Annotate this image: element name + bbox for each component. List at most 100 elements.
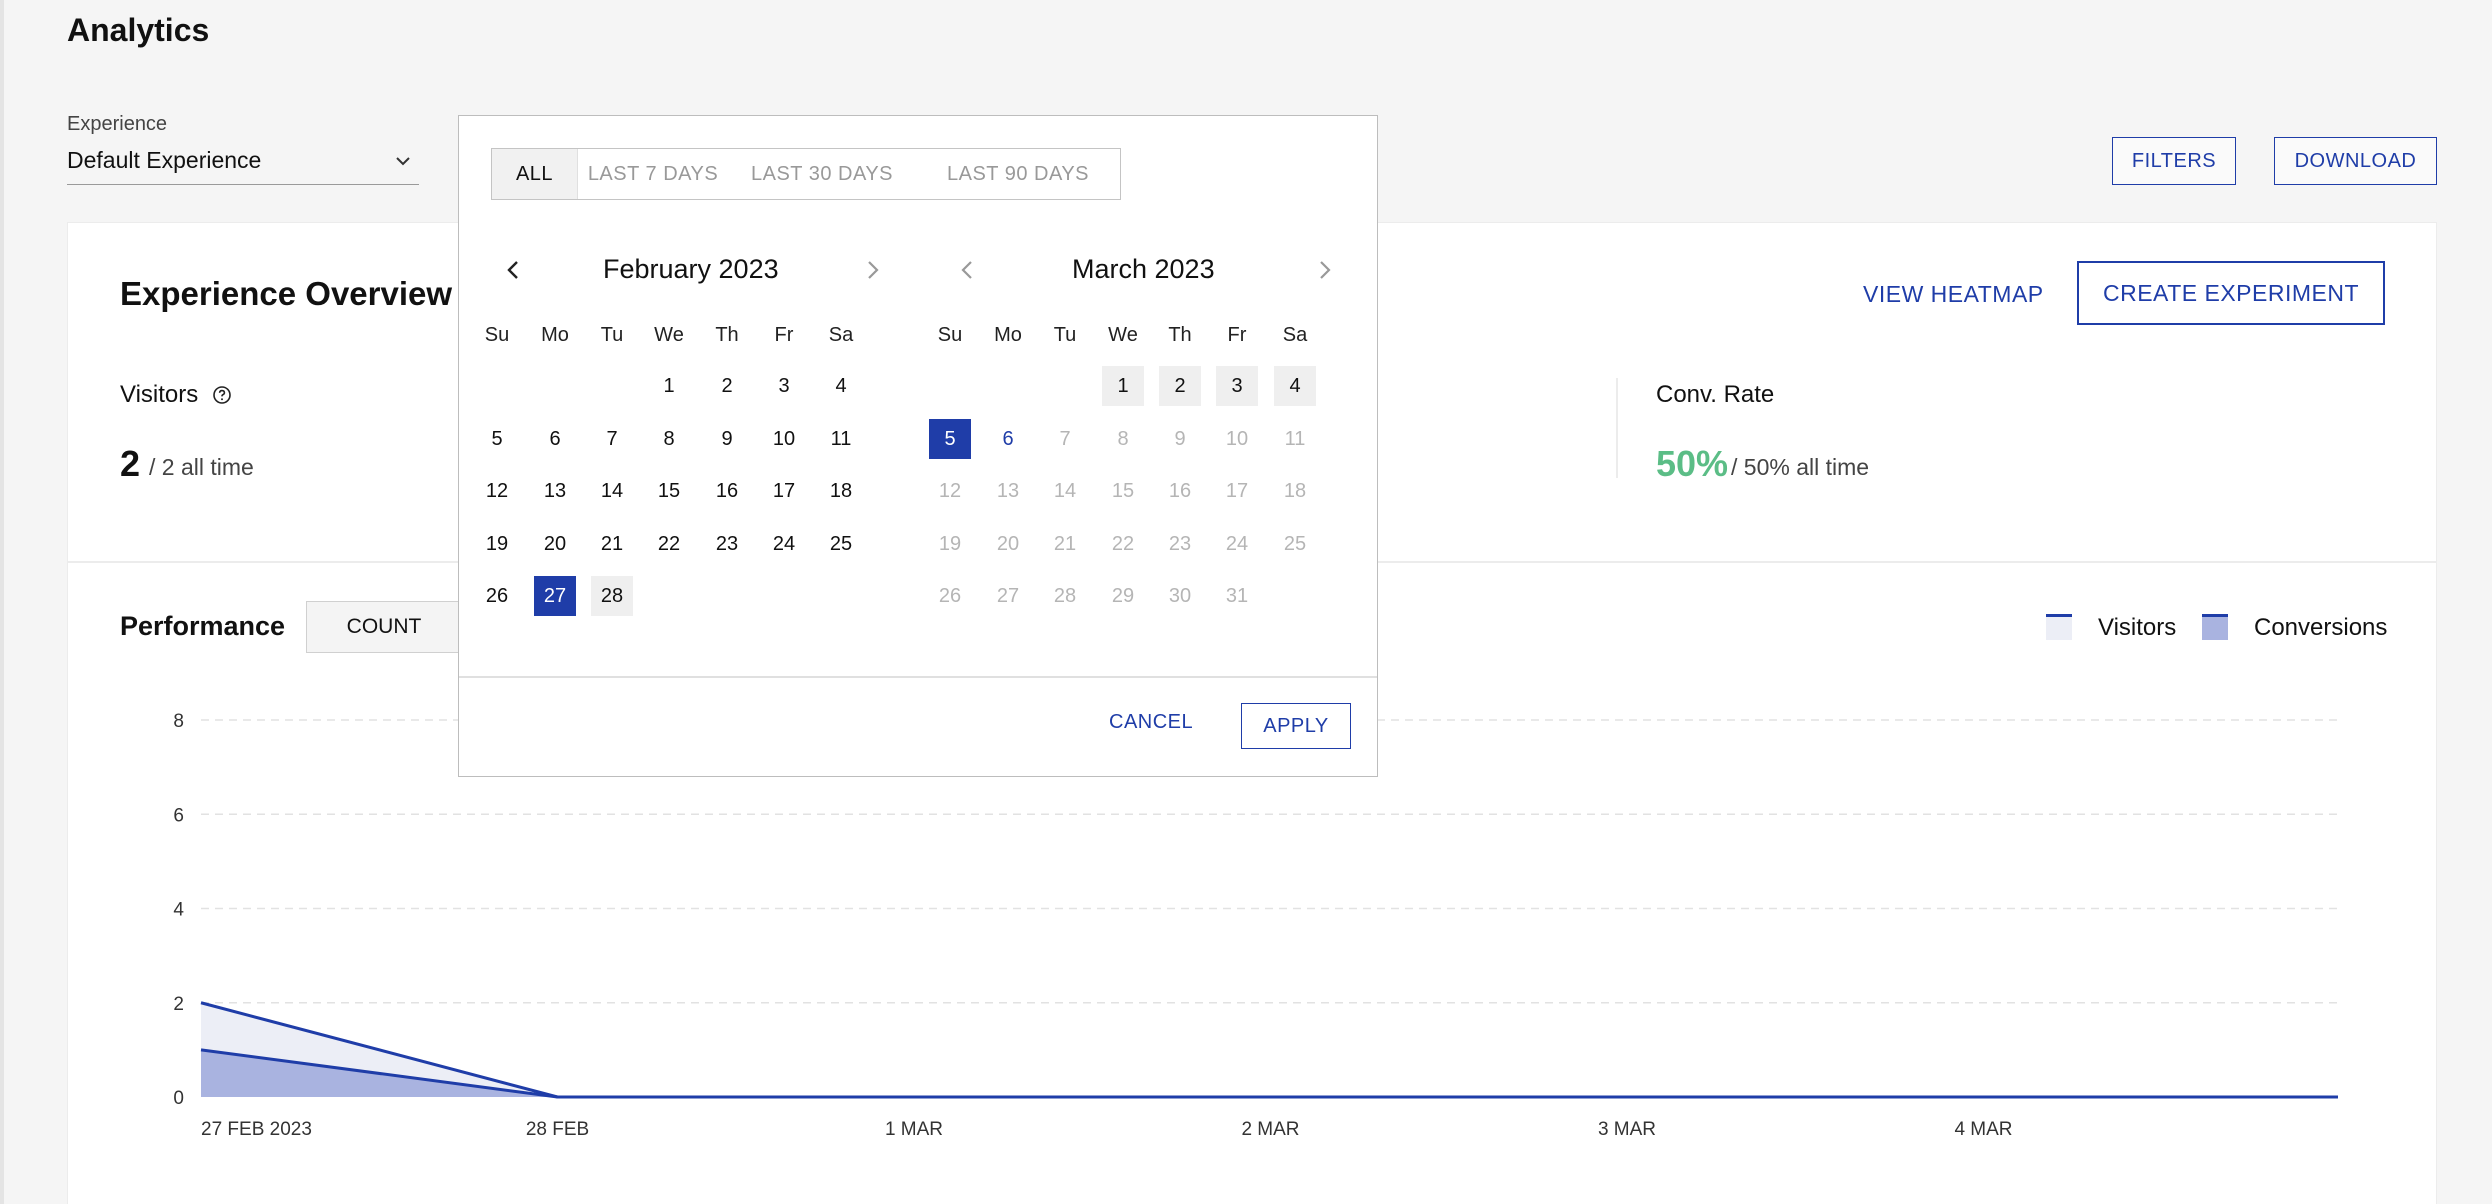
calendar-day[interactable]: 4 (820, 366, 862, 406)
calendar-day[interactable]: 3 (1216, 366, 1258, 406)
weekday-label: Tu (600, 324, 624, 346)
calendar-day[interactable]: 7 (591, 419, 633, 459)
calendar-day[interactable]: 13 (987, 471, 1029, 511)
calendar-day[interactable]: 26 (476, 576, 518, 616)
calendar-day[interactable]: 1 (648, 366, 690, 406)
calendar-day[interactable]: 14 (591, 471, 633, 511)
calendar-day[interactable]: 5 (476, 419, 518, 459)
weekday-label: Mo (994, 324, 1022, 346)
calendar-day[interactable]: 25 (1274, 524, 1316, 564)
calendar-day[interactable]: 23 (706, 524, 748, 564)
download-button[interactable]: DOWNLOAD (2274, 137, 2437, 185)
calendar-day[interactable]: 26 (929, 576, 971, 616)
filters-button[interactable]: FILTERS (2112, 137, 2236, 185)
calendar-day[interactable]: 6 (534, 419, 576, 459)
calendar-day[interactable]: 10 (1216, 419, 1258, 459)
calendar-day[interactable]: 24 (1216, 524, 1258, 564)
y-tick-label: 2 (173, 994, 184, 1015)
calendar-day[interactable]: 9 (1159, 419, 1201, 459)
calendar-day[interactable]: 20 (987, 524, 1029, 564)
calendar-day[interactable]: 8 (1102, 419, 1144, 459)
calendar-day[interactable]: 5 (929, 419, 971, 459)
calendar-day[interactable]: 17 (1216, 471, 1258, 511)
calendar-day[interactable]: 18 (1274, 471, 1316, 511)
picker-footer-divider (459, 676, 1377, 678)
x-tick-label: 3 MAR (1598, 1119, 1656, 1140)
calendar-day[interactable]: 30 (1159, 576, 1201, 616)
calendar-day[interactable]: 15 (1102, 471, 1144, 511)
calendar-day[interactable]: 28 (591, 576, 633, 616)
calendar-day[interactable]: 12 (929, 471, 971, 511)
prev-month-right-icon[interactable] (953, 256, 981, 284)
weekday-label: We (1108, 324, 1138, 346)
calendar-day[interactable]: 21 (591, 524, 633, 564)
calendar-day[interactable]: 19 (929, 524, 971, 564)
calendar-day[interactable]: 29 (1102, 576, 1144, 616)
calendar-day[interactable]: 12 (476, 471, 518, 511)
calendar-day[interactable]: 27 (987, 576, 1029, 616)
calendar-day[interactable]: 28 (1044, 576, 1086, 616)
weekday-label: Fr (1227, 324, 1247, 346)
weekday-label: Tu (1053, 324, 1077, 346)
calendar-day[interactable]: 2 (706, 366, 748, 406)
prev-month-icon[interactable] (499, 256, 527, 284)
calendar-day[interactable]: 3 (763, 366, 805, 406)
experience-label: Experience (67, 113, 168, 135)
cancel-button[interactable]: CANCEL (1109, 711, 1193, 734)
calendar-day[interactable]: 2 (1159, 366, 1201, 406)
experience-select[interactable]: Experience Default Experience (67, 113, 419, 185)
next-month-right-icon[interactable] (1311, 256, 1339, 284)
range-tabs: ALL LAST 7 DAYS LAST 30 DAYS LAST 90 DAY… (491, 148, 1121, 200)
calendar-day[interactable]: 18 (820, 471, 862, 511)
chevron-down-icon (396, 157, 410, 166)
range-tab-last-90-days[interactable]: LAST 90 DAYS (916, 149, 1120, 199)
series-area-visitors (201, 1002, 2338, 1097)
calendar-day[interactable]: 1 (1102, 366, 1144, 406)
calendar-day[interactable]: 4 (1274, 366, 1316, 406)
apply-button[interactable]: APPLY (1241, 703, 1351, 749)
calendar-day[interactable]: 13 (534, 471, 576, 511)
calendar-day[interactable]: 15 (648, 471, 690, 511)
calendar-day[interactable]: 23 (1159, 524, 1201, 564)
left-edge-rule (0, 0, 4, 1204)
weekday-label: Th (1168, 324, 1192, 346)
calendar-day[interactable]: 9 (706, 419, 748, 459)
calendar-day[interactable]: 25 (820, 524, 862, 564)
next-month-icon[interactable] (859, 256, 887, 284)
weekday-label: We (654, 324, 684, 346)
range-tab-last-30-days[interactable]: LAST 30 DAYS (728, 149, 916, 199)
calendar-day[interactable]: 22 (1102, 524, 1144, 564)
calendar-day[interactable]: 11 (820, 419, 862, 459)
weekday-label: Su (484, 324, 510, 346)
date-range-picker: ALL LAST 7 DAYS LAST 30 DAYS LAST 90 DAY… (458, 115, 1378, 777)
experience-value: Default Experience (67, 147, 262, 173)
range-tab-all[interactable]: ALL (492, 149, 578, 199)
calendar-day[interactable]: 11 (1274, 419, 1316, 459)
calendar-day[interactable]: 22 (648, 524, 690, 564)
x-tick-label: 4 MAR (1954, 1119, 2012, 1140)
calendar-day[interactable]: 7 (1044, 419, 1086, 459)
weekday-label: Sa (1282, 324, 1308, 346)
calendar-day[interactable]: 17 (763, 471, 805, 511)
calendar-day[interactable]: 14 (1044, 471, 1086, 511)
y-tick-label: 4 (173, 900, 184, 921)
calendar-day[interactable]: 24 (763, 524, 805, 564)
y-tick-label: 6 (173, 805, 184, 826)
calendar-day[interactable]: 16 (706, 471, 748, 511)
calendar-day[interactable]: 21 (1044, 524, 1086, 564)
calendar-day[interactable]: 19 (476, 524, 518, 564)
range-tab-last-7-days[interactable]: LAST 7 DAYS (578, 149, 728, 199)
month-title-february: February 2023 (603, 254, 779, 284)
x-tick-label: 28 FEB (526, 1119, 589, 1140)
x-tick-label: 2 MAR (1241, 1119, 1299, 1140)
calendar-day[interactable]: 20 (534, 524, 576, 564)
calendar-day[interactable]: 10 (763, 419, 805, 459)
page-title: Analytics (67, 12, 210, 48)
calendar-day[interactable]: 31 (1216, 576, 1258, 616)
calendar-day[interactable]: 16 (1159, 471, 1201, 511)
series-line-visitors (200, 1001, 2338, 1099)
calendar-day[interactable]: 6 (987, 419, 1029, 459)
weekday-label: Su (937, 324, 963, 346)
calendar-day[interactable]: 8 (648, 419, 690, 459)
calendar-day[interactable]: 27 (534, 576, 576, 616)
